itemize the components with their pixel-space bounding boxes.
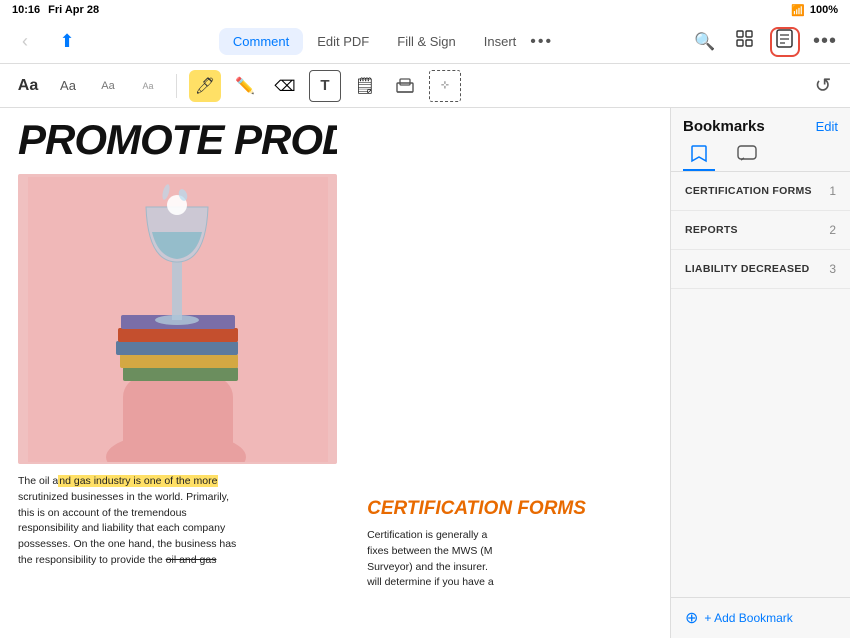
status-bar: 10:16 Fri Apr 28 📶 100% (0, 0, 850, 20)
cert-section-text: Certification is generally a fixes betwe… (367, 528, 658, 591)
pdf-body-text: The oil and gas industry is one of the m… (18, 474, 337, 569)
text-size-xsmall-button[interactable]: Aa (132, 70, 164, 102)
pdf-hero-image (18, 174, 337, 464)
toolbar-divider (176, 74, 177, 98)
share-icon: ⬆ (59, 31, 74, 52)
grid-view-button[interactable] (730, 27, 760, 57)
bookmark-name-3: LIABILITY DECREASED (685, 263, 810, 275)
highlight-pen-button[interactable]: 🖊 (189, 70, 221, 102)
tab-comments[interactable] (731, 143, 763, 171)
tab-bookmarks[interactable] (683, 143, 715, 171)
bookmark-num-2: 2 (829, 223, 836, 237)
bookmark-item-3[interactable]: LIABILITY DECREASED 3 (671, 250, 850, 289)
sticky-note-button[interactable]: 🗒 (349, 70, 381, 102)
back-button[interactable]: ‹ (10, 27, 40, 57)
top-toolbar: ‹ ⬆ Comment Edit PDF Fill & Sign Insert … (0, 20, 850, 64)
add-bookmark-button[interactable]: ⊕ + Add Bookmark (671, 597, 850, 638)
text-size-small-button[interactable]: Aa (92, 70, 124, 102)
pdf-page: PROMOTE PRODUCTI (0, 108, 670, 638)
comment-tab-icon (737, 145, 757, 168)
bookmarks-panel-button[interactable] (770, 27, 800, 57)
chevron-left-icon: ‹ (22, 31, 28, 52)
sidebar-header: Bookmarks Edit (671, 108, 850, 135)
stamp-button[interactable] (389, 70, 421, 102)
battery-status: 100% (810, 4, 838, 16)
eraser-button[interactable]: ⌫ (269, 70, 301, 102)
sidebar-tab-bar (671, 135, 850, 171)
undo-button[interactable]: ↺ (808, 71, 838, 101)
more-options-button[interactable]: ••• (810, 27, 840, 57)
more-icon: ••• (813, 30, 837, 53)
bookmark-tab-icon (690, 144, 708, 169)
bookmark-name-2: REPORTS (685, 224, 738, 236)
wifi-icon: 📶 (791, 4, 805, 17)
pen-button[interactable]: ✏️ (229, 70, 261, 102)
tab-edit-pdf[interactable]: Edit PDF (303, 28, 383, 55)
add-bookmark-icon: ⊕ (685, 608, 698, 628)
bookmark-num-1: 1 (829, 184, 836, 198)
bookmarks-sidebar: Bookmarks Edit (670, 108, 850, 638)
pdf-document-title: PROMOTE PRODUCTI (18, 108, 337, 174)
sidebar-title: Bookmarks (683, 118, 765, 135)
tab-fill-sign[interactable]: Fill & Sign (383, 28, 470, 55)
status-time: 10:16 (12, 4, 40, 16)
pdf-viewer: PROMOTE PRODUCTI (0, 108, 670, 638)
status-day: Fri Apr 28 (48, 4, 99, 16)
cocktail-illustration (18, 174, 337, 464)
text-size-large-button[interactable]: Aa (12, 70, 44, 102)
bookmark-item-2[interactable]: REPORTS 2 (671, 211, 850, 250)
bookmark-panel-icon (776, 29, 794, 54)
annotation-toolbar: Aa Aa Aa Aa 🖊 ✏️ ⌫ T 🗒 ⊹ ↺ (0, 64, 850, 108)
bookmark-name-1: CERTIFICATION FORMS (685, 185, 812, 197)
search-icon: 🔍 (694, 32, 715, 52)
cert-section-heading: CERTIFICATION FORMS (367, 498, 658, 520)
main-area: PROMOTE PRODUCTI (0, 108, 850, 638)
selection-button[interactable]: ⊹ (429, 70, 461, 102)
tab-bar: Comment Edit PDF Fill & Sign Insert ••• (219, 28, 553, 55)
sidebar-edit-button[interactable]: Edit (816, 119, 838, 134)
pdf-left-column: PROMOTE PRODUCTI (0, 108, 355, 638)
bookmark-item-1[interactable]: CERTIFICATION FORMS 1 (671, 172, 850, 211)
tab-comment[interactable]: Comment (219, 28, 303, 55)
search-button[interactable]: 🔍 (690, 27, 720, 57)
bookmark-list: CERTIFICATION FORMS 1 REPORTS 2 LIABILIT… (671, 172, 850, 597)
share-button[interactable]: ⬆ (52, 27, 82, 57)
add-bookmark-label: + Add Bookmark (704, 611, 792, 625)
text-size-medium-button[interactable]: Aa (52, 70, 84, 102)
tab-insert[interactable]: Insert (470, 28, 531, 55)
grid-icon (736, 30, 754, 53)
highlighted-text: nd gas industry is one of the more (58, 475, 218, 487)
tabs-more-button[interactable]: ••• (530, 33, 553, 51)
strikethrough-text: oil and gas (166, 554, 217, 566)
pdf-right-column: CERTIFICATION FORMS Certification is gen… (355, 108, 670, 638)
textbox-button[interactable]: T (309, 70, 341, 102)
bookmark-num-3: 3 (829, 262, 836, 276)
